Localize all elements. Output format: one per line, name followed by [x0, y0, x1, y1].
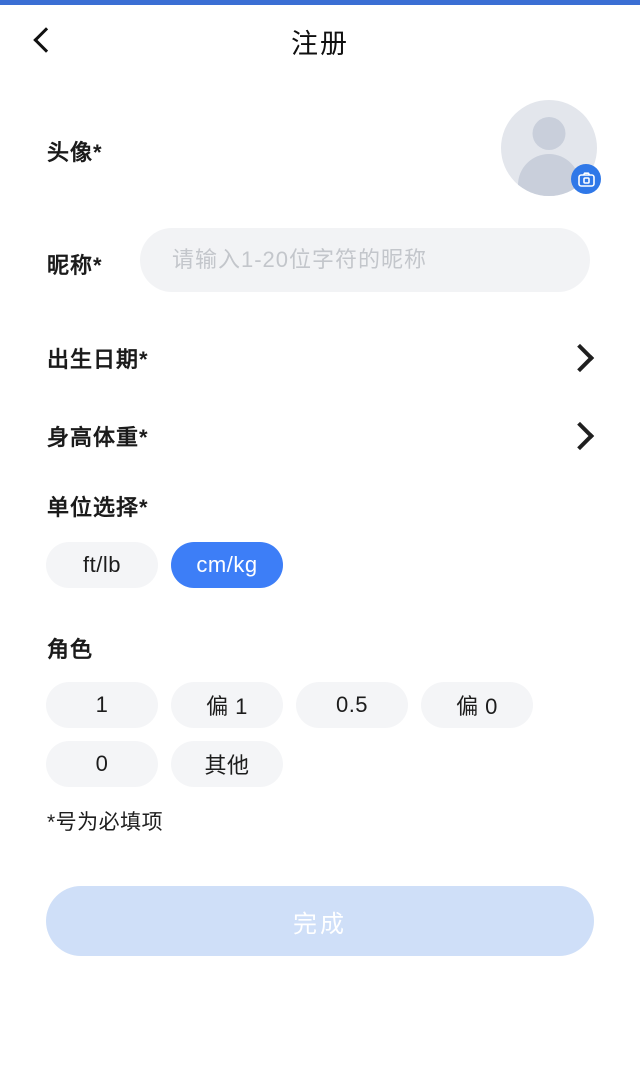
role-label: 角色: [47, 637, 94, 662]
birthdate-row[interactable]: 出生日期*: [0, 328, 640, 388]
units-label: 单位选择*: [47, 495, 149, 520]
role-option-05[interactable]: 0.5: [296, 682, 408, 728]
chevron-right-icon: [565, 343, 595, 373]
role-options: 1 偏 1 0.5 偏 0 0 其他: [46, 682, 586, 787]
required-fields-hint: *号为必填项: [47, 811, 164, 834]
nickname-input[interactable]: [140, 228, 590, 292]
avatar-row: 头像*: [0, 100, 640, 205]
avatar-upload[interactable]: [501, 100, 601, 196]
chevron-right-icon: [565, 421, 595, 451]
page-title: 注册: [291, 29, 349, 59]
role-option-other[interactable]: 其他: [171, 741, 283, 787]
units-options: ft/lb cm/kg: [46, 542, 283, 588]
unit-option-cmkg[interactable]: cm/kg: [171, 542, 283, 588]
nav-header: 注册: [0, 5, 640, 75]
nickname-row: 昵称*: [0, 228, 640, 294]
avatar-label: 头像*: [47, 140, 103, 165]
role-option-lean1[interactable]: 偏 1: [171, 682, 283, 728]
role-option-0[interactable]: 0: [46, 741, 158, 787]
role-option-1[interactable]: 1: [46, 682, 158, 728]
bodymetrics-row[interactable]: 身高体重*: [0, 406, 640, 466]
role-option-lean0[interactable]: 偏 0: [421, 682, 533, 728]
nickname-label: 昵称*: [47, 253, 103, 278]
user-silhouette-icon: [532, 117, 566, 150]
bodymetrics-label: 身高体重*: [47, 425, 149, 450]
submit-button[interactable]: 完成: [46, 886, 594, 956]
unit-option-ftlb[interactable]: ft/lb: [46, 542, 158, 588]
birthdate-label: 出生日期*: [47, 347, 149, 372]
camera-icon[interactable]: [571, 164, 601, 194]
